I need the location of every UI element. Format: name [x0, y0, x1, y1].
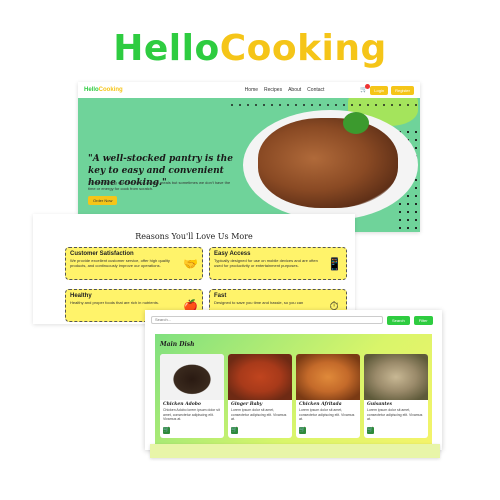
herb-garnish [343, 112, 369, 134]
reason-title: Fast [214, 293, 227, 299]
reasons-preview: Reasons You'll Love Us More Customer Sat… [33, 214, 355, 324]
nav-about[interactable]: About [288, 87, 301, 93]
dish-image [160, 354, 224, 400]
dish-card[interactable]: Guisantes Lorem ipsum dolor sit amet, co… [364, 354, 428, 438]
phone-icon: 📱 [327, 257, 342, 271]
landing-preview: HelloCooking Home Recipes About Contact … [78, 82, 420, 232]
dish-image [364, 354, 428, 400]
filter-button[interactable]: Filter [413, 315, 433, 325]
search-button[interactable]: Search [387, 315, 410, 325]
reason-card-satisfaction: Customer Satisfaction We provide excelle… [65, 247, 203, 280]
cart-icon[interactable]: 🛒 [360, 83, 371, 94]
section-title: Main Dish [160, 341, 195, 348]
dot-pattern [228, 102, 418, 108]
nav-recipes[interactable]: Recipes [264, 87, 282, 93]
dish-card[interactable]: Chicken Afritada Lorem ipsum dolor sit a… [296, 354, 360, 438]
reason-title: Healthy [70, 293, 92, 299]
dishes-preview: Search... Search Filter Main Dish Chicke… [145, 310, 442, 450]
add-to-cart-button[interactable]: 🛒 [231, 427, 238, 434]
search-bar: Search... Search Filter [145, 310, 442, 330]
nav-contact[interactable]: Contact [307, 87, 324, 93]
dish-name: Ginger Baby [231, 402, 263, 407]
search-input[interactable]: Search... [151, 316, 383, 324]
add-to-cart-button[interactable]: 🛒 [163, 427, 170, 434]
reason-desc: Healthy and proper foods that are rich i… [70, 300, 159, 305]
reason-desc: Designed to save you time and hassle, so… [214, 300, 304, 305]
dish-desc: Lorem ipsum dolor sit amet, consectetur … [367, 408, 423, 421]
add-to-cart-button[interactable]: 🛒 [299, 427, 306, 434]
brand-hello: Hello [113, 28, 220, 69]
hero-food-image [258, 118, 398, 208]
reason-desc: Typically designed for use on mobile dev… [214, 258, 318, 268]
add-to-cart-button[interactable]: 🛒 [367, 427, 374, 434]
register-button[interactable]: Register [391, 85, 414, 95]
nav-home[interactable]: Home [245, 87, 258, 93]
cart-badge [365, 83, 371, 89]
dish-desc: Chicken Adobo lorem ipsum dolor sit amet… [163, 408, 220, 421]
brand-title: HelloCooking [0, 28, 500, 69]
dish-name: Chicken Afritada [299, 402, 342, 407]
dish-image [296, 354, 360, 400]
site-logo[interactable]: HelloCooking [84, 87, 123, 93]
dish-desc: Lorem ipsum dolor sit amet, consectetur … [299, 408, 355, 421]
next-section-preview [150, 444, 440, 458]
dish-desc: Lorem ipsum dolor sit amet, consectetur … [231, 408, 287, 421]
dish-card[interactable]: Chicken Adobo Chicken Adobo lorem ipsum … [160, 354, 224, 438]
navbar: HelloCooking Home Recipes About Contact … [78, 82, 420, 98]
dish-name: Chicken Adobo [163, 402, 201, 407]
handshake-icon: 🤝 [183, 257, 198, 271]
reason-title: Easy Access [214, 251, 251, 257]
nav-links: Home Recipes About Contact [245, 87, 325, 93]
reason-card-access: Easy Access Typically designed for use o… [209, 247, 347, 280]
brand-cooking: Cooking [219, 28, 387, 69]
login-button[interactable]: Login [370, 85, 389, 95]
reasons-title: Reasons You'll Love Us More [135, 232, 253, 241]
hero-banner: "A well-stocked pantry is the key to eas… [78, 98, 420, 232]
main-dish-section: Main Dish Chicken Adobo Chicken Adobo lo… [155, 334, 432, 450]
order-now-button[interactable]: Order Now [88, 196, 118, 205]
dish-name: Guisantes [367, 402, 393, 407]
dish-card[interactable]: Ginger Baby Lorem ipsum dolor sit amet, … [228, 354, 292, 438]
reason-title: Customer Satisfaction [70, 251, 134, 257]
hero-subtext: There is nothing quite like home-cooked … [88, 180, 231, 191]
dish-image [228, 354, 292, 400]
reason-desc: We provide excellent customer service, o… [70, 258, 170, 268]
